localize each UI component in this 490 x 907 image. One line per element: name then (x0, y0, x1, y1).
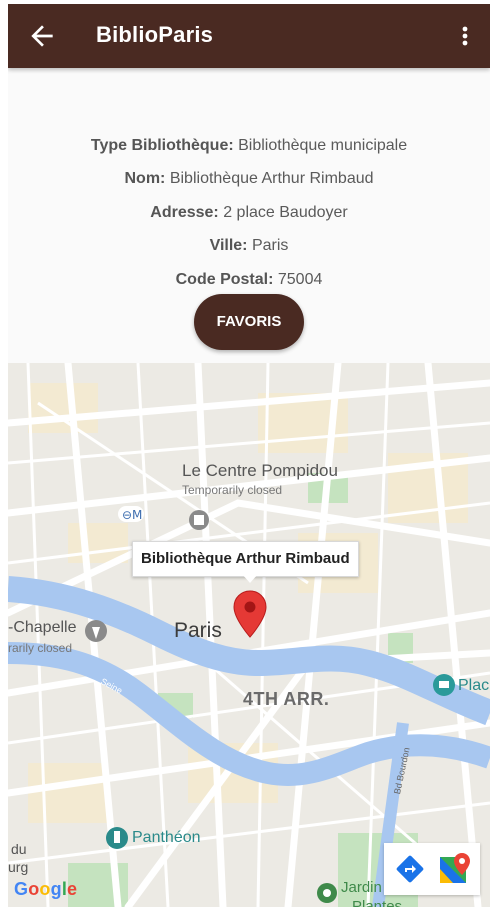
map-label-plac: Plac (458, 677, 490, 694)
map-label-chapelle: -Chapelle (8, 619, 77, 636)
metro-poi-icon: ⊖M (118, 506, 144, 522)
library-detail-screen: BiblioParis Type Bibliothèque: Bibliothè… (8, 4, 490, 907)
location-pin-icon[interactable] (233, 590, 267, 638)
map-label-pompidou: Le Centre Pompidou (182, 461, 338, 480)
pantheon-poi-icon (106, 827, 128, 849)
ville-label: Ville: (209, 237, 248, 254)
favoris-button[interactable]: FAVORIS (194, 294, 304, 350)
map-toolbar (384, 843, 480, 895)
map-label-paris: Paris (174, 619, 222, 642)
adresse-label: Adresse: (150, 204, 219, 221)
map-label-pantheon: Panthéon (132, 829, 201, 846)
code-postal-value: 75004 (277, 271, 323, 288)
chapelle-poi-icon (85, 620, 107, 642)
map-label-urg: urg (8, 859, 29, 875)
map-label-chapelle-status: rarily closed (8, 641, 73, 655)
type-label: Type Bibliothèque: (90, 137, 234, 154)
app-title: BiblioParis (96, 22, 214, 47)
directions-icon[interactable] (392, 851, 428, 887)
nom-label: Nom: (124, 170, 166, 187)
garden-poi-icon (317, 883, 337, 903)
svg-text:⊖M: ⊖M (122, 508, 142, 522)
back-button[interactable] (26, 20, 58, 52)
arrow-left-icon (31, 25, 53, 47)
app-bar: BiblioParis (8, 4, 490, 68)
google-maps-icon[interactable] (436, 851, 472, 887)
library-info: Type Bibliothèque: Bibliothèque municipa… (8, 68, 490, 363)
map-label-pompidou-status: Temporarily closed (182, 483, 283, 497)
adresse-row: Adresse: 2 place Baudoyer (8, 204, 490, 222)
more-vert-icon (462, 26, 468, 46)
map-label-plantes: Plantes (352, 898, 403, 907)
ville-row: Ville: Paris (8, 237, 490, 255)
nom-row: Nom: Bibliothèque Arthur Rimbaud (8, 170, 490, 188)
info-window-tail (242, 574, 258, 583)
marker-info-window[interactable]: Bibliothèque Arthur Rimbaud (132, 541, 359, 577)
adresse-value: 2 place Baudoyer (223, 204, 348, 221)
code-postal-label: Code Postal: (175, 271, 274, 288)
type-value: Bibliothèque municipale (238, 137, 408, 154)
place-poi-icon (433, 674, 455, 696)
pompidou-poi-icon (189, 510, 209, 530)
map-label-du: du (11, 841, 27, 857)
nom-value: Bibliothèque Arthur Rimbaud (169, 170, 374, 187)
overflow-menu-button[interactable] (454, 20, 476, 52)
code-postal-row: Code Postal: 75004 (8, 271, 490, 289)
type-row: Type Bibliothèque: Bibliothèque municipa… (8, 137, 490, 155)
ville-value: Paris (251, 237, 289, 254)
map-view[interactable]: ⊖M Le Centre Pompidou Temporarily closed… (8, 363, 490, 907)
google-logo: Google (14, 879, 78, 899)
map-label-arrondissement: 4TH ARR. (243, 689, 330, 709)
